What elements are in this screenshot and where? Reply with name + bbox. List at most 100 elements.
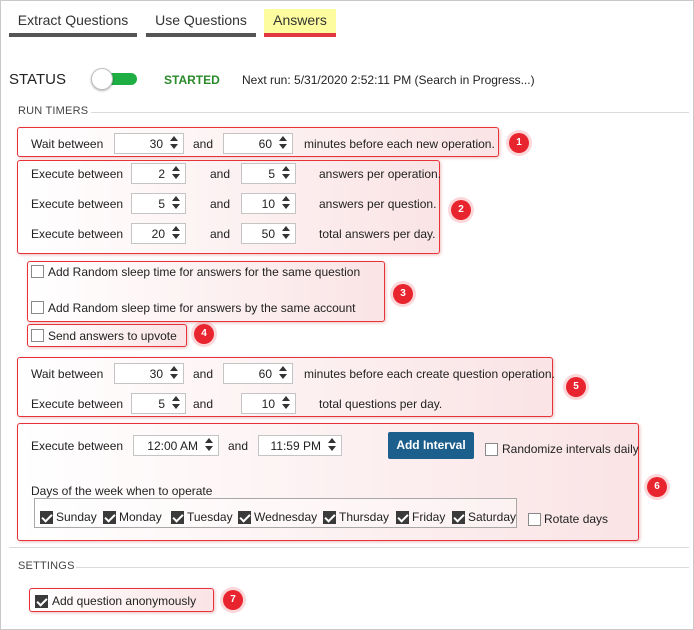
- tab-use-questions[interactable]: Use Questions: [146, 9, 256, 37]
- spinner-value: 50: [261, 227, 275, 241]
- wait-between-label: Wait between: [31, 137, 104, 151]
- spinner-arrows-icon[interactable]: [278, 366, 288, 381]
- answers-per-operation-max-spinner[interactable]: 5: [241, 163, 296, 184]
- random-sleep-same-account-label[interactable]: Add Random sleep time for answers by the…: [48, 301, 356, 315]
- spinner-arrows-icon[interactable]: [171, 196, 181, 211]
- section-divider: [91, 112, 689, 113]
- question-wait-suffix-label: minutes before each create question oper…: [304, 367, 555, 381]
- app-window: Extract Questions Use Questions Answers …: [0, 0, 694, 630]
- day-wednesday-label[interactable]: Wednesday: [254, 510, 317, 524]
- day-sunday-label[interactable]: Sunday: [56, 510, 97, 524]
- random-sleep-same-question-checkbox[interactable]: [31, 265, 44, 278]
- section-title-settings: SETTINGS: [18, 560, 75, 572]
- wait-suffix-label: minutes before each new operation.: [304, 137, 495, 151]
- spinner-arrows-icon[interactable]: [169, 366, 179, 381]
- callout-badge: 5: [566, 377, 586, 397]
- tab-underline: [9, 33, 137, 37]
- and-label: and: [210, 197, 231, 211]
- wait-min-spinner[interactable]: 30: [114, 133, 184, 154]
- day-friday-label[interactable]: Friday: [412, 510, 445, 524]
- answers-per-day-max-spinner[interactable]: 50: [241, 223, 296, 244]
- callout-badge: 4: [194, 324, 214, 344]
- spinner-value: 5: [158, 397, 165, 411]
- callout-badge: 3: [393, 284, 413, 304]
- randomize-intervals-label[interactable]: Randomize intervals daily: [502, 442, 639, 456]
- spinner-arrows-icon[interactable]: [281, 196, 291, 211]
- execute-between-label: Execute between: [31, 227, 124, 241]
- questions-per-day-min-spinner[interactable]: 5: [131, 393, 186, 414]
- day-saturday-label[interactable]: Saturday: [468, 510, 516, 524]
- day-monday-checkbox[interactable]: [103, 511, 116, 524]
- spinner-value: 30: [149, 367, 163, 381]
- day-tuesday-label[interactable]: Tuesday: [187, 510, 233, 524]
- spinner-value: 10: [261, 197, 275, 211]
- time-value: 11:59 PM: [270, 439, 321, 453]
- interval-start-time-picker[interactable]: 12:00 AM: [133, 435, 219, 456]
- interval-end-time-picker[interactable]: 11:59 PM: [258, 435, 342, 456]
- spinner-arrows-icon[interactable]: [327, 438, 337, 453]
- and-label: and: [193, 137, 214, 151]
- answers-per-operation-label: answers per operation.: [319, 167, 442, 181]
- answers-per-question-max-spinner[interactable]: 10: [241, 193, 296, 214]
- spinner-arrows-icon[interactable]: [278, 136, 288, 151]
- wait-max-spinner[interactable]: 60: [223, 133, 293, 154]
- spinner-arrows-icon[interactable]: [204, 438, 214, 453]
- answers-per-question-min-spinner[interactable]: 5: [131, 193, 186, 214]
- spinner-arrows-icon[interactable]: [171, 166, 181, 181]
- rotate-days-label[interactable]: Rotate days: [544, 512, 608, 526]
- answers-per-question-label: answers per question.: [319, 197, 437, 211]
- and-label: and: [193, 367, 214, 381]
- random-sleep-same-question-label[interactable]: Add Random sleep time for answers for th…: [48, 265, 360, 279]
- spinner-arrows-icon[interactable]: [281, 226, 291, 241]
- spinner-arrows-icon[interactable]: [281, 396, 291, 411]
- spinner-arrows-icon[interactable]: [171, 226, 181, 241]
- callout-badge: 7: [223, 590, 243, 610]
- questions-per-day-max-spinner[interactable]: 10: [241, 393, 296, 414]
- add-interval-button[interactable]: Add Interval: [388, 432, 474, 459]
- randomize-intervals-checkbox[interactable]: [485, 443, 498, 456]
- and-label: and: [210, 227, 231, 241]
- tab-extract-questions[interactable]: Extract Questions: [9, 9, 137, 37]
- question-wait-min-spinner[interactable]: 30: [114, 363, 184, 384]
- question-wait-between-label: Wait between: [31, 367, 104, 381]
- spinner-value: 5: [158, 197, 165, 211]
- days-of-week-title: Days of the week when to operate: [31, 484, 213, 498]
- answers-per-operation-min-spinner[interactable]: 2: [131, 163, 186, 184]
- section-title-run-timers: RUN TIMERS: [18, 105, 89, 117]
- execute-between-label: Execute between: [31, 197, 124, 211]
- rotate-days-checkbox[interactable]: [528, 513, 541, 526]
- day-tuesday-checkbox[interactable]: [171, 511, 184, 524]
- day-saturday-checkbox[interactable]: [452, 511, 465, 524]
- spinner-value: 10: [261, 397, 275, 411]
- tab-answers[interactable]: Answers: [264, 9, 336, 37]
- spinner-arrows-icon[interactable]: [169, 136, 179, 151]
- total-questions-per-day-label: total questions per day.: [319, 397, 443, 411]
- send-answers-upvote-checkbox[interactable]: [31, 329, 44, 342]
- status-label: STATUS: [9, 71, 66, 88]
- random-sleep-same-account-checkbox[interactable]: [31, 301, 44, 314]
- total-answers-per-day-label: total answers per day.: [319, 227, 436, 241]
- day-thursday-label[interactable]: Thursday: [339, 510, 389, 524]
- spinner-arrows-icon[interactable]: [281, 166, 291, 181]
- tab-underline: [264, 33, 336, 37]
- day-thursday-checkbox[interactable]: [323, 511, 336, 524]
- question-execute-between-label: Execute between: [31, 397, 124, 411]
- tab-label: Extract Questions: [17, 12, 129, 28]
- callout-badge: 1: [509, 133, 529, 153]
- time-value: 12:00 AM: [147, 439, 198, 453]
- add-question-anonymously-checkbox[interactable]: [35, 595, 48, 608]
- day-wednesday-checkbox[interactable]: [238, 511, 251, 524]
- spinner-value: 30: [149, 137, 163, 151]
- day-sunday-checkbox[interactable]: [40, 511, 53, 524]
- add-question-anonymously-label[interactable]: Add question anonymously: [52, 594, 196, 608]
- spinner-value: 20: [151, 227, 165, 241]
- day-friday-checkbox[interactable]: [396, 511, 409, 524]
- question-wait-max-spinner[interactable]: 60: [223, 363, 293, 384]
- spinner-arrows-icon[interactable]: [171, 396, 181, 411]
- toggle-knob: [91, 68, 113, 90]
- send-answers-upvote-label[interactable]: Send answers to upvote: [48, 329, 177, 343]
- spinner-value: 2: [158, 167, 165, 181]
- day-monday-label[interactable]: Monday: [119, 510, 162, 524]
- answers-per-day-min-spinner[interactable]: 20: [131, 223, 186, 244]
- status-toggle[interactable]: [91, 68, 137, 90]
